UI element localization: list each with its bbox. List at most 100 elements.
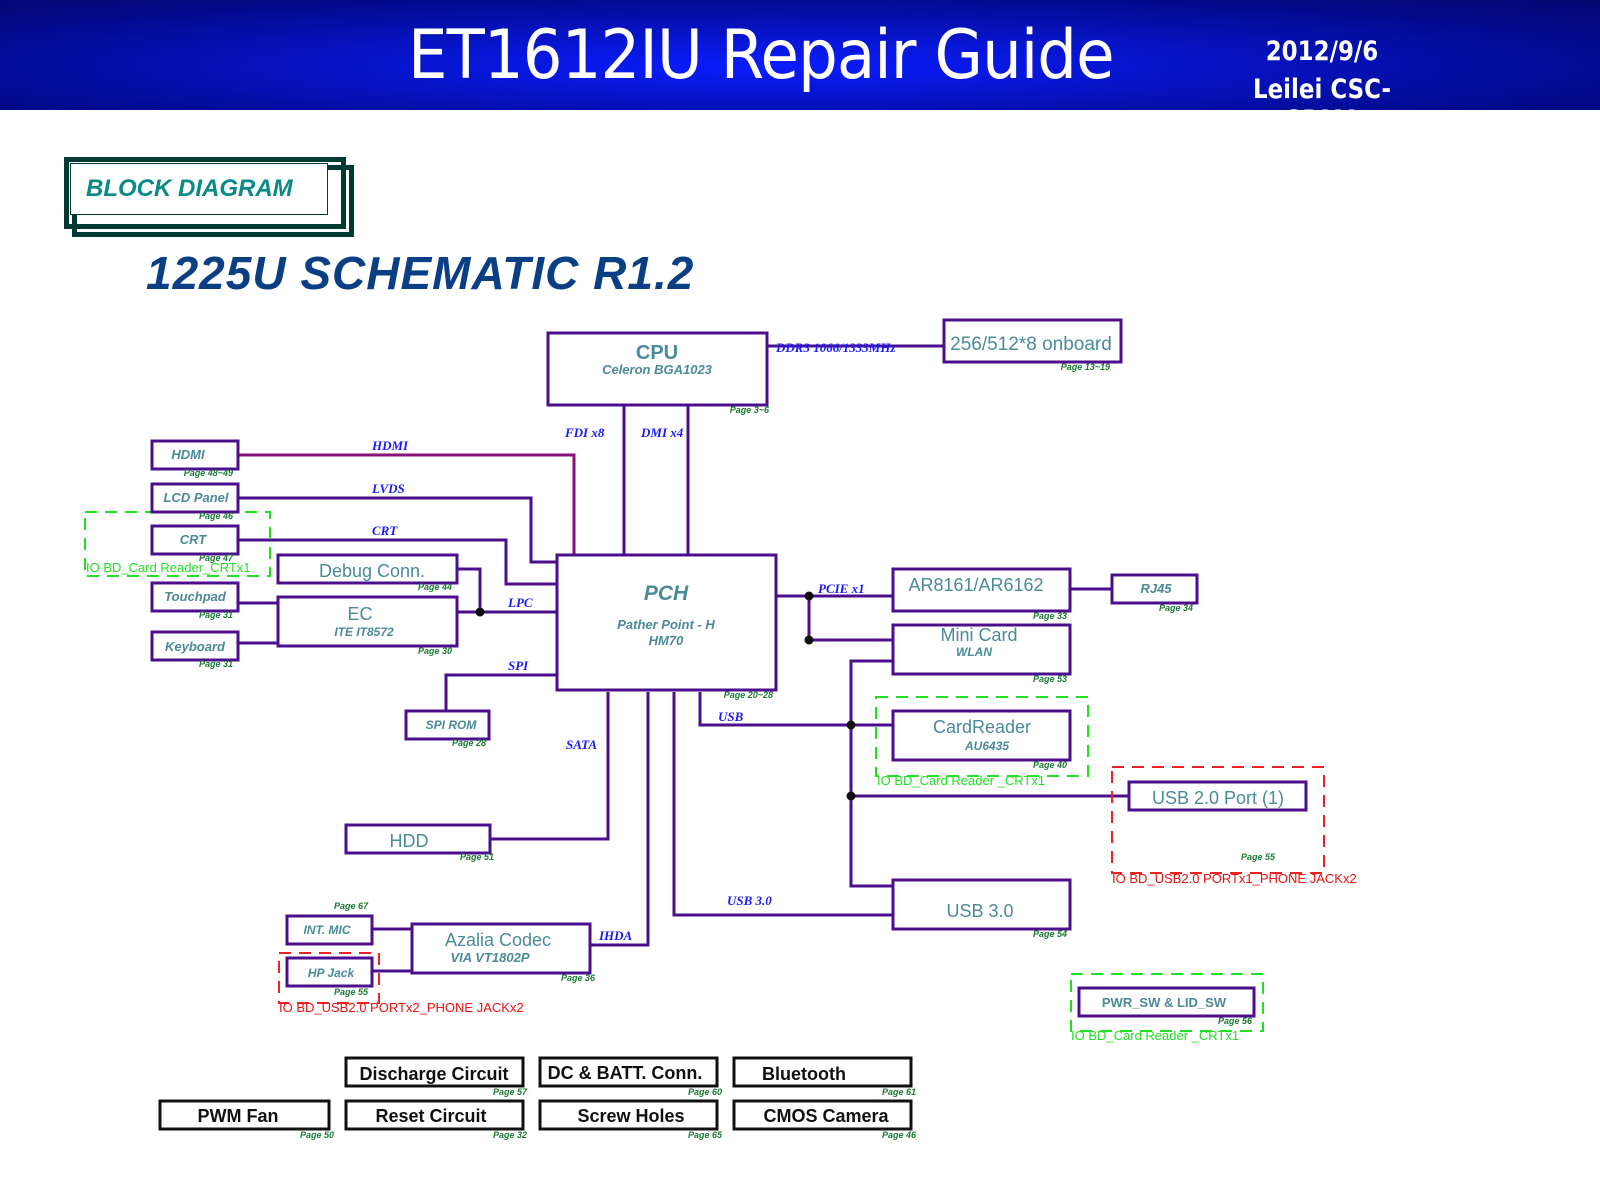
misc-title: Reset Circuit (375, 1106, 486, 1126)
intmic-title: INT. MIC (303, 923, 350, 937)
misc-block-screw-holes[interactable]: Screw Holes Page 65 (538, 1099, 723, 1140)
bus-crt: CRT (372, 523, 398, 538)
hdmi-page: Page 48~49 (184, 468, 233, 478)
cpu-title: CPU (636, 342, 678, 364)
block-rj45[interactable]: RJ45 Page 34 (1110, 573, 1199, 613)
bus-hdmi: HDMI (371, 438, 409, 453)
misc-page: Page 46 (882, 1130, 917, 1140)
misc-page: Page 60 (688, 1087, 722, 1097)
misc-block-dc-batt-conn[interactable]: DC & BATT. Conn. Page 60 (538, 1056, 722, 1097)
misc-page: Page 61 (882, 1087, 916, 1097)
pch-subtitle: Pather Point - H (617, 617, 715, 632)
spirom-title: SPI ROM (426, 718, 478, 732)
block-memory[interactable]: 256/512*8 onboard Page 13~19 (942, 318, 1123, 372)
debug-page: Page 44 (418, 582, 452, 592)
bus-lvds: LVDS (371, 481, 405, 496)
block-azalia-codec[interactable]: Azalia Codec VIA VT1802P Page 36 (410, 922, 596, 983)
memory-title: 256/512*8 onboard (950, 334, 1112, 355)
wire-debug (457, 567, 482, 612)
wire-ihda (590, 692, 650, 947)
lcd-page: Page 46 (199, 511, 234, 521)
block-pwr-sw[interactable]: PWR_SW & LID_SW Page 56 (1077, 986, 1256, 1026)
hpjack-title: HP Jack (308, 966, 356, 980)
bus-usb30: USB 3.0 (727, 893, 772, 908)
bus-ihda: IHDA (598, 928, 633, 943)
misc-block-pwm-fan[interactable]: PWM Fan Page 50 (158, 1099, 334, 1140)
misc-title: CMOS Camera (763, 1106, 889, 1126)
usb2-title: USB 2.0 Port (1) (1152, 788, 1284, 808)
hdd-title: HDD (390, 831, 429, 851)
wire-spi (444, 673, 557, 711)
keyboard-page: Page 31 (199, 659, 233, 669)
block-usb3[interactable]: USB 3.0 Page 54 (891, 878, 1072, 939)
minicard-title: Mini Card (940, 625, 1017, 645)
block-hdmi[interactable]: HDMI Page 48~49 (150, 439, 240, 478)
hpjack-page: Page 55 (334, 987, 369, 997)
misc-title: DC & BATT. Conn. (548, 1063, 703, 1083)
misc-block-reset-circuit[interactable]: Reset Circuit Page 32 (344, 1099, 527, 1140)
block-usb2-port[interactable]: USB 2.0 Port (1) Page 55 (1127, 780, 1308, 862)
group-cardreader-label: IO BD_Card Reader _CRTx1 (877, 773, 1045, 788)
misc-title: Bluetooth (762, 1064, 846, 1084)
junction-dot (846, 720, 856, 730)
junction-dot (846, 791, 856, 801)
hdd-page: Page 51 (460, 852, 494, 862)
misc-page: Page 57 (493, 1087, 528, 1097)
rj45-title: RJ45 (1140, 581, 1172, 596)
ec-page: Page 30 (418, 646, 452, 656)
block-keyboard[interactable]: Keyboard Page 31 (150, 630, 240, 669)
block-lan[interactable]: AR8161/AR6162 Page 33 (891, 567, 1072, 621)
pch-page: Page 20~28 (724, 690, 773, 700)
rj45-page: Page 34 (1159, 603, 1193, 613)
block-crt[interactable]: CRT Page 47 (150, 524, 240, 563)
cardreader-page: Page 40 (1033, 760, 1067, 770)
minicard-page: Page 53 (1033, 674, 1067, 684)
usb2-page: Page 55 (1241, 852, 1276, 862)
hdmi-title: HDMI (171, 447, 205, 462)
spirom-page: Page 28 (452, 738, 486, 748)
misc-title: PWM Fan (198, 1106, 279, 1126)
crt-title: CRT (180, 532, 208, 547)
misc-block-discharge-circuit[interactable]: Discharge Circuit Page 57 (344, 1056, 528, 1097)
keyboard-title: Keyboard (165, 639, 226, 654)
block-hp-jack[interactable]: HP Jack Page 55 (285, 956, 374, 997)
bus-ddr3: DDR3 1066/1333MHz (775, 340, 896, 355)
pch-subtitle2: HM70 (649, 633, 684, 648)
block-mini-card[interactable]: Mini Card WLAN Page 53 (891, 623, 1072, 684)
block-int-mic[interactable]: INT. MIC Page 67 (285, 901, 374, 946)
cpu-subtitle: Celeron BGA1023 (602, 362, 713, 377)
wire-lvds (238, 496, 557, 564)
block-hdd[interactable]: HDD Page 51 (344, 823, 494, 862)
bus-sata: SATA (566, 737, 597, 752)
misc-block-cmos-camera[interactable]: CMOS Camera Page 46 (732, 1099, 917, 1140)
block-ec[interactable]: EC ITE IT8572 Page 30 (276, 595, 459, 656)
block-debug-conn[interactable]: Debug Conn. Page 44 (276, 553, 459, 592)
cardreader-subtitle: AU6435 (964, 739, 1009, 753)
touchpad-title: Touchpad (164, 589, 227, 604)
usb3-page: Page 54 (1033, 929, 1067, 939)
junction-dot (804, 635, 814, 645)
touchpad-page: Page 31 (199, 610, 233, 620)
block-pch[interactable]: PCH Pather Point - H HM70 Page 20~28 (555, 553, 778, 700)
misc-title: Screw Holes (577, 1106, 684, 1126)
lan-page: Page 33 (1033, 611, 1067, 621)
wire-pcie-minicard (807, 596, 893, 642)
misc-page: Page 65 (688, 1130, 723, 1140)
codec-page: Page 36 (561, 973, 596, 983)
misc-page: Page 32 (493, 1130, 527, 1140)
bus-fdi: FDI x8 (564, 425, 605, 440)
crt-page: Page 47 (199, 553, 234, 563)
block-lcd-panel[interactable]: LCD Panel Page 46 (150, 482, 240, 521)
block-card-reader[interactable]: CardReader AU6435 Page 40 (891, 709, 1072, 770)
junction-dot (475, 607, 485, 617)
pch-title: PCH (644, 582, 689, 605)
bus-usb: USB (718, 709, 744, 724)
codec-title: Azalia Codec (445, 930, 551, 950)
ec-subtitle: ITE IT8572 (334, 625, 394, 639)
intmic-page: Page 67 (334, 901, 369, 911)
block-cpu[interactable]: CPU Celeron BGA1023 Page 3~6 (546, 331, 770, 415)
misc-block-bluetooth[interactable]: Bluetooth Page 61 (732, 1056, 916, 1097)
ec-title: EC (347, 604, 372, 624)
block-spi-rom[interactable]: SPI ROM Page 28 (404, 709, 491, 748)
block-touchpad[interactable]: Touchpad Page 31 (150, 581, 240, 620)
